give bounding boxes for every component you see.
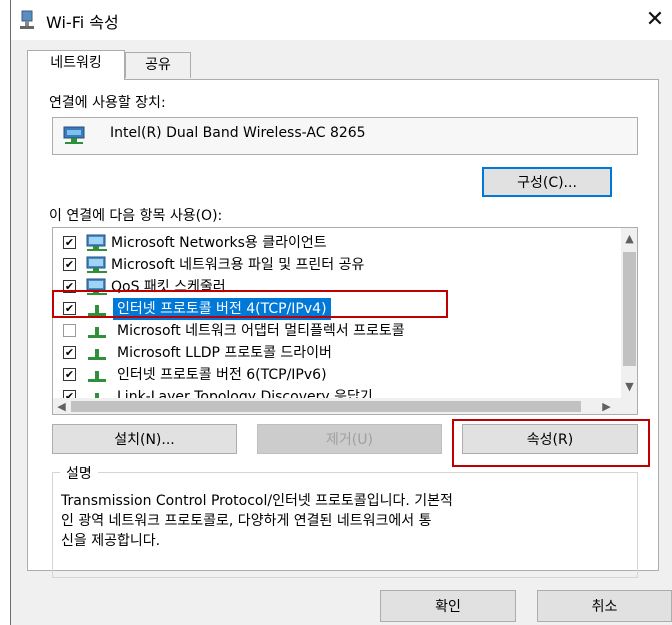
- list-item[interactable]: ✔ Microsoft LLDP 프로토콜 드라이버: [53, 342, 621, 364]
- list-item[interactable]: ✔ Microsoft Networks용 클라이언트: [53, 232, 621, 254]
- network-qos-icon: [86, 278, 107, 295]
- uninstall-button[interactable]: 제거(U): [257, 424, 442, 454]
- item-label: Microsoft 네트워크용 파일 및 프린터 공유: [111, 257, 365, 273]
- tab-networking[interactable]: 네트워킹: [27, 50, 125, 80]
- item-checkbox[interactable]: [63, 324, 76, 337]
- item-label: Microsoft LLDP 프로토콜 드라이버: [117, 345, 332, 361]
- description-line: 인 광역 네트워크 프로토콜로, 다양하게 연결된 네트워크에서 통: [61, 513, 432, 529]
- scroll-up-icon[interactable]: ▲: [621, 230, 637, 247]
- list-item[interactable]: ✔ 인터넷 프로토콜 버전 4(TCP/IPv4): [53, 298, 621, 320]
- protocol-icon: [88, 371, 106, 382]
- protocol-icon: [88, 305, 106, 316]
- horizontal-scroll-thumb[interactable]: [71, 401, 581, 412]
- protocol-icon: [88, 349, 106, 360]
- device-name: Intel(R) Dual Band Wireless-AC 8265: [110, 125, 366, 141]
- item-label: Microsoft 네트워크 어댑터 멀티플렉서 프로토콜: [117, 323, 405, 339]
- network-share-icon: [86, 256, 107, 273]
- ok-button[interactable]: 확인: [380, 590, 516, 622]
- vertical-scrollbar[interactable]: ▲ ▼: [621, 228, 637, 398]
- item-checkbox[interactable]: ✔: [63, 236, 76, 249]
- protocol-icon: [88, 327, 106, 338]
- component-list[interactable]: ✔ Microsoft Networks용 클라이언트 ✔ Microsoft …: [52, 227, 638, 415]
- configure-button[interactable]: 구성(C)...: [482, 167, 612, 197]
- item-label: QoS 패킷 스케줄러: [111, 279, 226, 295]
- item-label: 인터넷 프로토콜 버전 4(TCP/IPv4): [113, 298, 331, 320]
- scroll-down-icon[interactable]: ▼: [621, 378, 637, 395]
- vertical-scroll-thumb[interactable]: [623, 252, 636, 366]
- network-adapter-icon: [20, 10, 34, 29]
- network-card-icon: [63, 126, 85, 144]
- cancel-button[interactable]: 취소: [537, 590, 672, 622]
- item-checkbox[interactable]: ✔: [63, 280, 76, 293]
- items-label: 이 연결에 다음 항목 사용(O):: [49, 208, 223, 224]
- window-title: Wi-Fi 속성: [46, 13, 119, 32]
- list-item[interactable]: Microsoft 네트워크 어댑터 멀티플렉서 프로토콜: [53, 320, 621, 342]
- item-checkbox[interactable]: ✔: [63, 346, 76, 359]
- item-checkbox[interactable]: ✔: [63, 302, 76, 315]
- connect-using-label: 연결에 사용할 장치:: [49, 95, 166, 111]
- tab-sharing[interactable]: 공유: [125, 52, 191, 78]
- list-item[interactable]: ✔ QoS 패킷 스케줄러: [53, 276, 621, 298]
- horizontal-scrollbar[interactable]: ◀ ▶: [53, 398, 637, 414]
- scroll-right-icon[interactable]: ▶: [598, 398, 615, 414]
- description-line: 신을 제공합니다.: [61, 533, 161, 549]
- close-icon[interactable]: ✕: [638, 4, 672, 36]
- scroll-left-icon[interactable]: ◀: [53, 398, 70, 414]
- list-item[interactable]: ✔ Microsoft 네트워크용 파일 및 프린터 공유: [53, 254, 621, 276]
- network-client-icon: [86, 234, 107, 251]
- list-item[interactable]: ✔ 인터넷 프로토콜 버전 6(TCP/IPv6): [53, 364, 621, 386]
- install-button[interactable]: 설치(N)...: [52, 424, 237, 454]
- item-checkbox[interactable]: ✔: [63, 368, 76, 381]
- item-label: Microsoft Networks용 클라이언트: [111, 235, 327, 251]
- description-title: 설명: [60, 463, 98, 483]
- description-line: Transmission Control Protocol/인터넷 프로토콜입니…: [61, 493, 453, 509]
- item-checkbox[interactable]: ✔: [63, 258, 76, 271]
- item-label: 인터넷 프로토콜 버전 6(TCP/IPv6): [117, 367, 327, 383]
- properties-button[interactable]: 속성(R): [462, 424, 638, 454]
